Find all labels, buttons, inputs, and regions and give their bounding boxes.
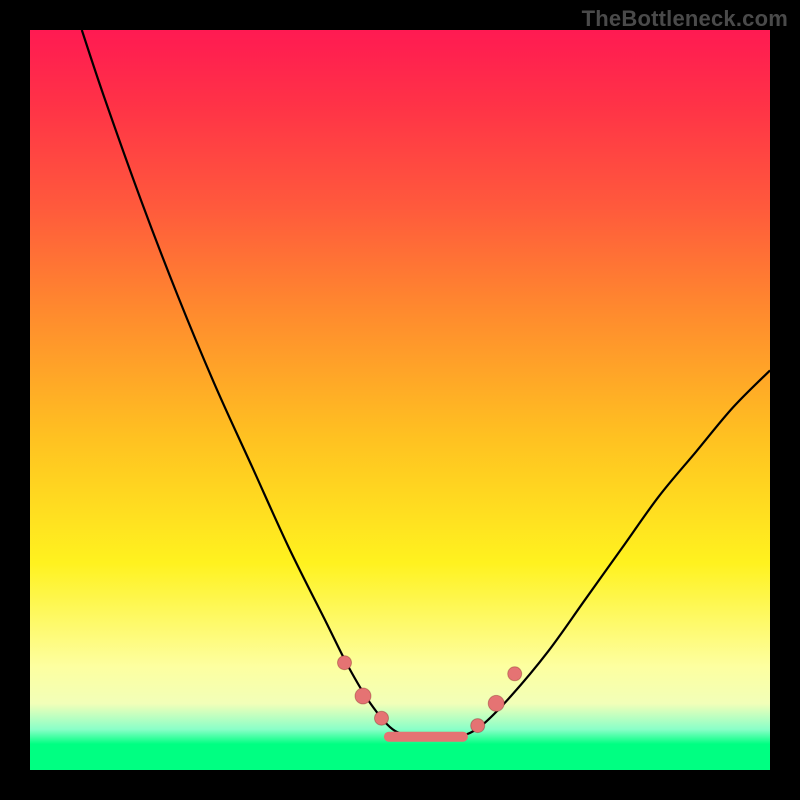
plot-area [30,30,770,770]
highlight-marker [508,667,522,681]
highlight-marker [338,656,352,670]
outer-frame: TheBottleneck.com [0,0,800,800]
curve-svg [30,30,770,770]
highlight-marker [471,719,485,733]
highlight-marker [355,688,371,704]
watermark-text: TheBottleneck.com [582,6,788,32]
bottleneck-curve [82,30,770,738]
highlight-marker [375,711,389,725]
highlight-markers [338,656,522,733]
highlight-marker [488,695,504,711]
